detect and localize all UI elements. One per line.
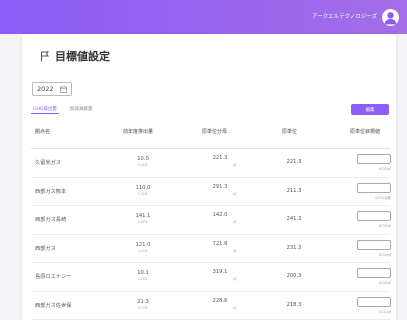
column-header: 原単位 — [282, 129, 298, 135]
table-row: 久留米ガス 10.0 t-CO2 221.3 ㎡ 221.3 tCO2/㎡ — [31, 149, 391, 178]
intensity-denominator: 142.0 ㎡ — [198, 212, 242, 224]
target-cell: tCO2/㎡ — [357, 239, 391, 257]
target-unit: tCO2/㎡ — [378, 309, 391, 314]
intensity-unit-value: 231.3 — [286, 244, 302, 251]
prev-emissions-unit: t-CO2 — [138, 163, 148, 167]
edit-button[interactable]: 編集 — [351, 104, 389, 115]
intensity-value: 228.6 — [212, 297, 228, 304]
target-cell: tCO2/台数 — [357, 182, 391, 200]
prev-emissions: 21.3 t-CO2 — [123, 299, 163, 310]
top-bar: アークエルテクノロジーズ — [0, 0, 407, 34]
site-name: 西部ガス長崎 — [35, 217, 67, 223]
intensity-unit-value: 241.3 — [286, 216, 302, 222]
prev-emissions: 121.0 t-CO2 — [123, 242, 163, 253]
table-row: 西部ガス長崎 141.1 t-CO2 142.0 ㎡ 241.3 tCO2/㎡ — [31, 206, 391, 235]
intensity-denominator: 319.1 ㎡ — [198, 269, 242, 281]
site-name: 久留米ガス — [35, 160, 61, 166]
page-header: 目標値設定 — [40, 48, 110, 64]
target-unit: tCO2/㎡ — [378, 252, 391, 257]
target-cell: tCO2/㎡ — [357, 268, 391, 285]
table-row: 西部ガス熊本 110.0 t-CO2 291.3 ㎡ 211.3 tCO2/台数 — [31, 178, 391, 206]
year-value: 2022 — [37, 85, 54, 93]
site-name: 西部ガス — [35, 245, 56, 252]
intensity-value: 319.1 — [212, 269, 228, 275]
intensity-unit: ㎡ — [232, 191, 236, 196]
intensity-denominator: 228.6 ㎡ — [198, 298, 242, 310]
calendar-icon — [60, 85, 67, 93]
prev-emissions: 110.0 t-CO2 — [123, 185, 163, 196]
site-name: 島原ロエナジー — [35, 274, 72, 280]
page-title: 目標値設定 — [55, 50, 110, 63]
intensity-unit: ㎡ — [232, 277, 236, 281]
intensity-unit-value: 211.3 — [286, 187, 302, 194]
target-cell: tCO2/㎡ — [357, 154, 391, 171]
targets-table: 拠点名 前年度排出量 原単位分母 原単位 原単位目標値 久留米ガス 10.0 t… — [31, 123, 391, 320]
prev-emissions-unit: t-CO2 — [138, 248, 148, 253]
intensity-value: 721.8 — [212, 240, 228, 247]
target-unit: tCO2/台数 — [375, 195, 391, 200]
target-cell: tCO2/㎡ — [357, 296, 391, 314]
tab-ghg-emissions[interactable]: GHG排出量 — [33, 106, 57, 112]
column-header: 拠点名 — [35, 129, 51, 135]
target-input[interactable] — [357, 154, 391, 164]
intensity-unit-value: 200.3 — [286, 273, 302, 279]
target-input[interactable] — [357, 211, 391, 221]
intensity-unit: ㎡ — [232, 305, 236, 310]
intensity-denominator: 291.3 ㎡ — [198, 184, 242, 196]
prev-emissions-value: 121.0 — [135, 241, 151, 248]
target-input[interactable] — [357, 268, 391, 278]
intensity-unit-value: 218.3 — [286, 301, 302, 308]
column-header: 原単位目標値 — [350, 129, 381, 135]
column-header: 原単位分母 — [202, 129, 228, 135]
intensity-denominator: 721.8 ㎡ — [198, 241, 242, 253]
prev-emissions: 141.1 t-CO2 — [123, 213, 163, 224]
prev-emissions-unit: t-CO2 — [138, 305, 148, 310]
target-unit: tCO2/㎡ — [378, 167, 391, 171]
year-select[interactable]: 2022 — [32, 82, 72, 96]
tab-reduction-contribution[interactable]: 削減貢献量 — [70, 106, 93, 112]
prev-emissions: 10.1 t-CO2 — [123, 270, 163, 281]
main-card: 目標値設定 2022 GHG排出量 削減貢献量 編集 拠点名 前年度排出量 原単… — [22, 34, 396, 320]
prev-emissions-unit: t-CO2 — [138, 191, 148, 196]
company-name: アークエルテクノロジーズ — [311, 14, 377, 20]
prev-emissions-value: 10.1 — [137, 270, 149, 276]
flag-icon — [40, 51, 49, 61]
intensity-unit: ㎡ — [232, 248, 236, 253]
target-input[interactable] — [357, 296, 391, 307]
intensity-unit-value: 221.3 — [286, 159, 302, 165]
table-row: 西部ガス佐世保 21.3 t-CO2 228.6 ㎡ 218.3 tCO2/㎡ — [31, 292, 391, 320]
intensity-value: 142.0 — [212, 212, 228, 218]
intensity-unit: ㎡ — [232, 220, 236, 224]
prev-emissions-unit: t-CO2 — [138, 277, 148, 281]
active-tab-indicator — [31, 113, 59, 114]
prev-emissions-value: 10.0 — [137, 156, 149, 162]
prev-emissions-unit: t-CO2 — [138, 220, 148, 224]
intensity-unit: ㎡ — [232, 163, 236, 167]
target-unit: tCO2/㎡ — [378, 224, 391, 228]
target-input[interactable] — [357, 239, 391, 250]
site-name: 西部ガス佐世保 — [35, 302, 72, 309]
intensity-value: 291.3 — [212, 183, 228, 190]
prev-emissions-value: 141.1 — [135, 213, 151, 219]
column-header: 前年度排出量 — [123, 129, 154, 135]
user-avatar-icon[interactable] — [382, 9, 399, 26]
site-name: 西部ガス熊本 — [35, 188, 67, 195]
table-row: 西部ガス 121.0 t-CO2 721.8 ㎡ 231.3 tCO2/㎡ — [31, 235, 391, 263]
prev-emissions-value: 21.3 — [137, 298, 149, 305]
prev-emissions-value: 110.0 — [135, 184, 151, 191]
table-header: 拠点名 前年度排出量 原単位分母 原単位 原単位目標値 — [31, 123, 390, 149]
target-cell: tCO2/㎡ — [357, 211, 391, 228]
target-unit: tCO2/㎡ — [378, 281, 391, 285]
intensity-denominator: 221.3 ㎡ — [198, 155, 242, 167]
prev-emissions: 10.0 t-CO2 — [123, 156, 163, 167]
table-row: 島原ロエナジー 10.1 t-CO2 319.1 ㎡ 200.3 tCO2/㎡ — [31, 263, 391, 292]
intensity-value: 221.3 — [212, 155, 228, 161]
target-input[interactable] — [357, 182, 391, 193]
